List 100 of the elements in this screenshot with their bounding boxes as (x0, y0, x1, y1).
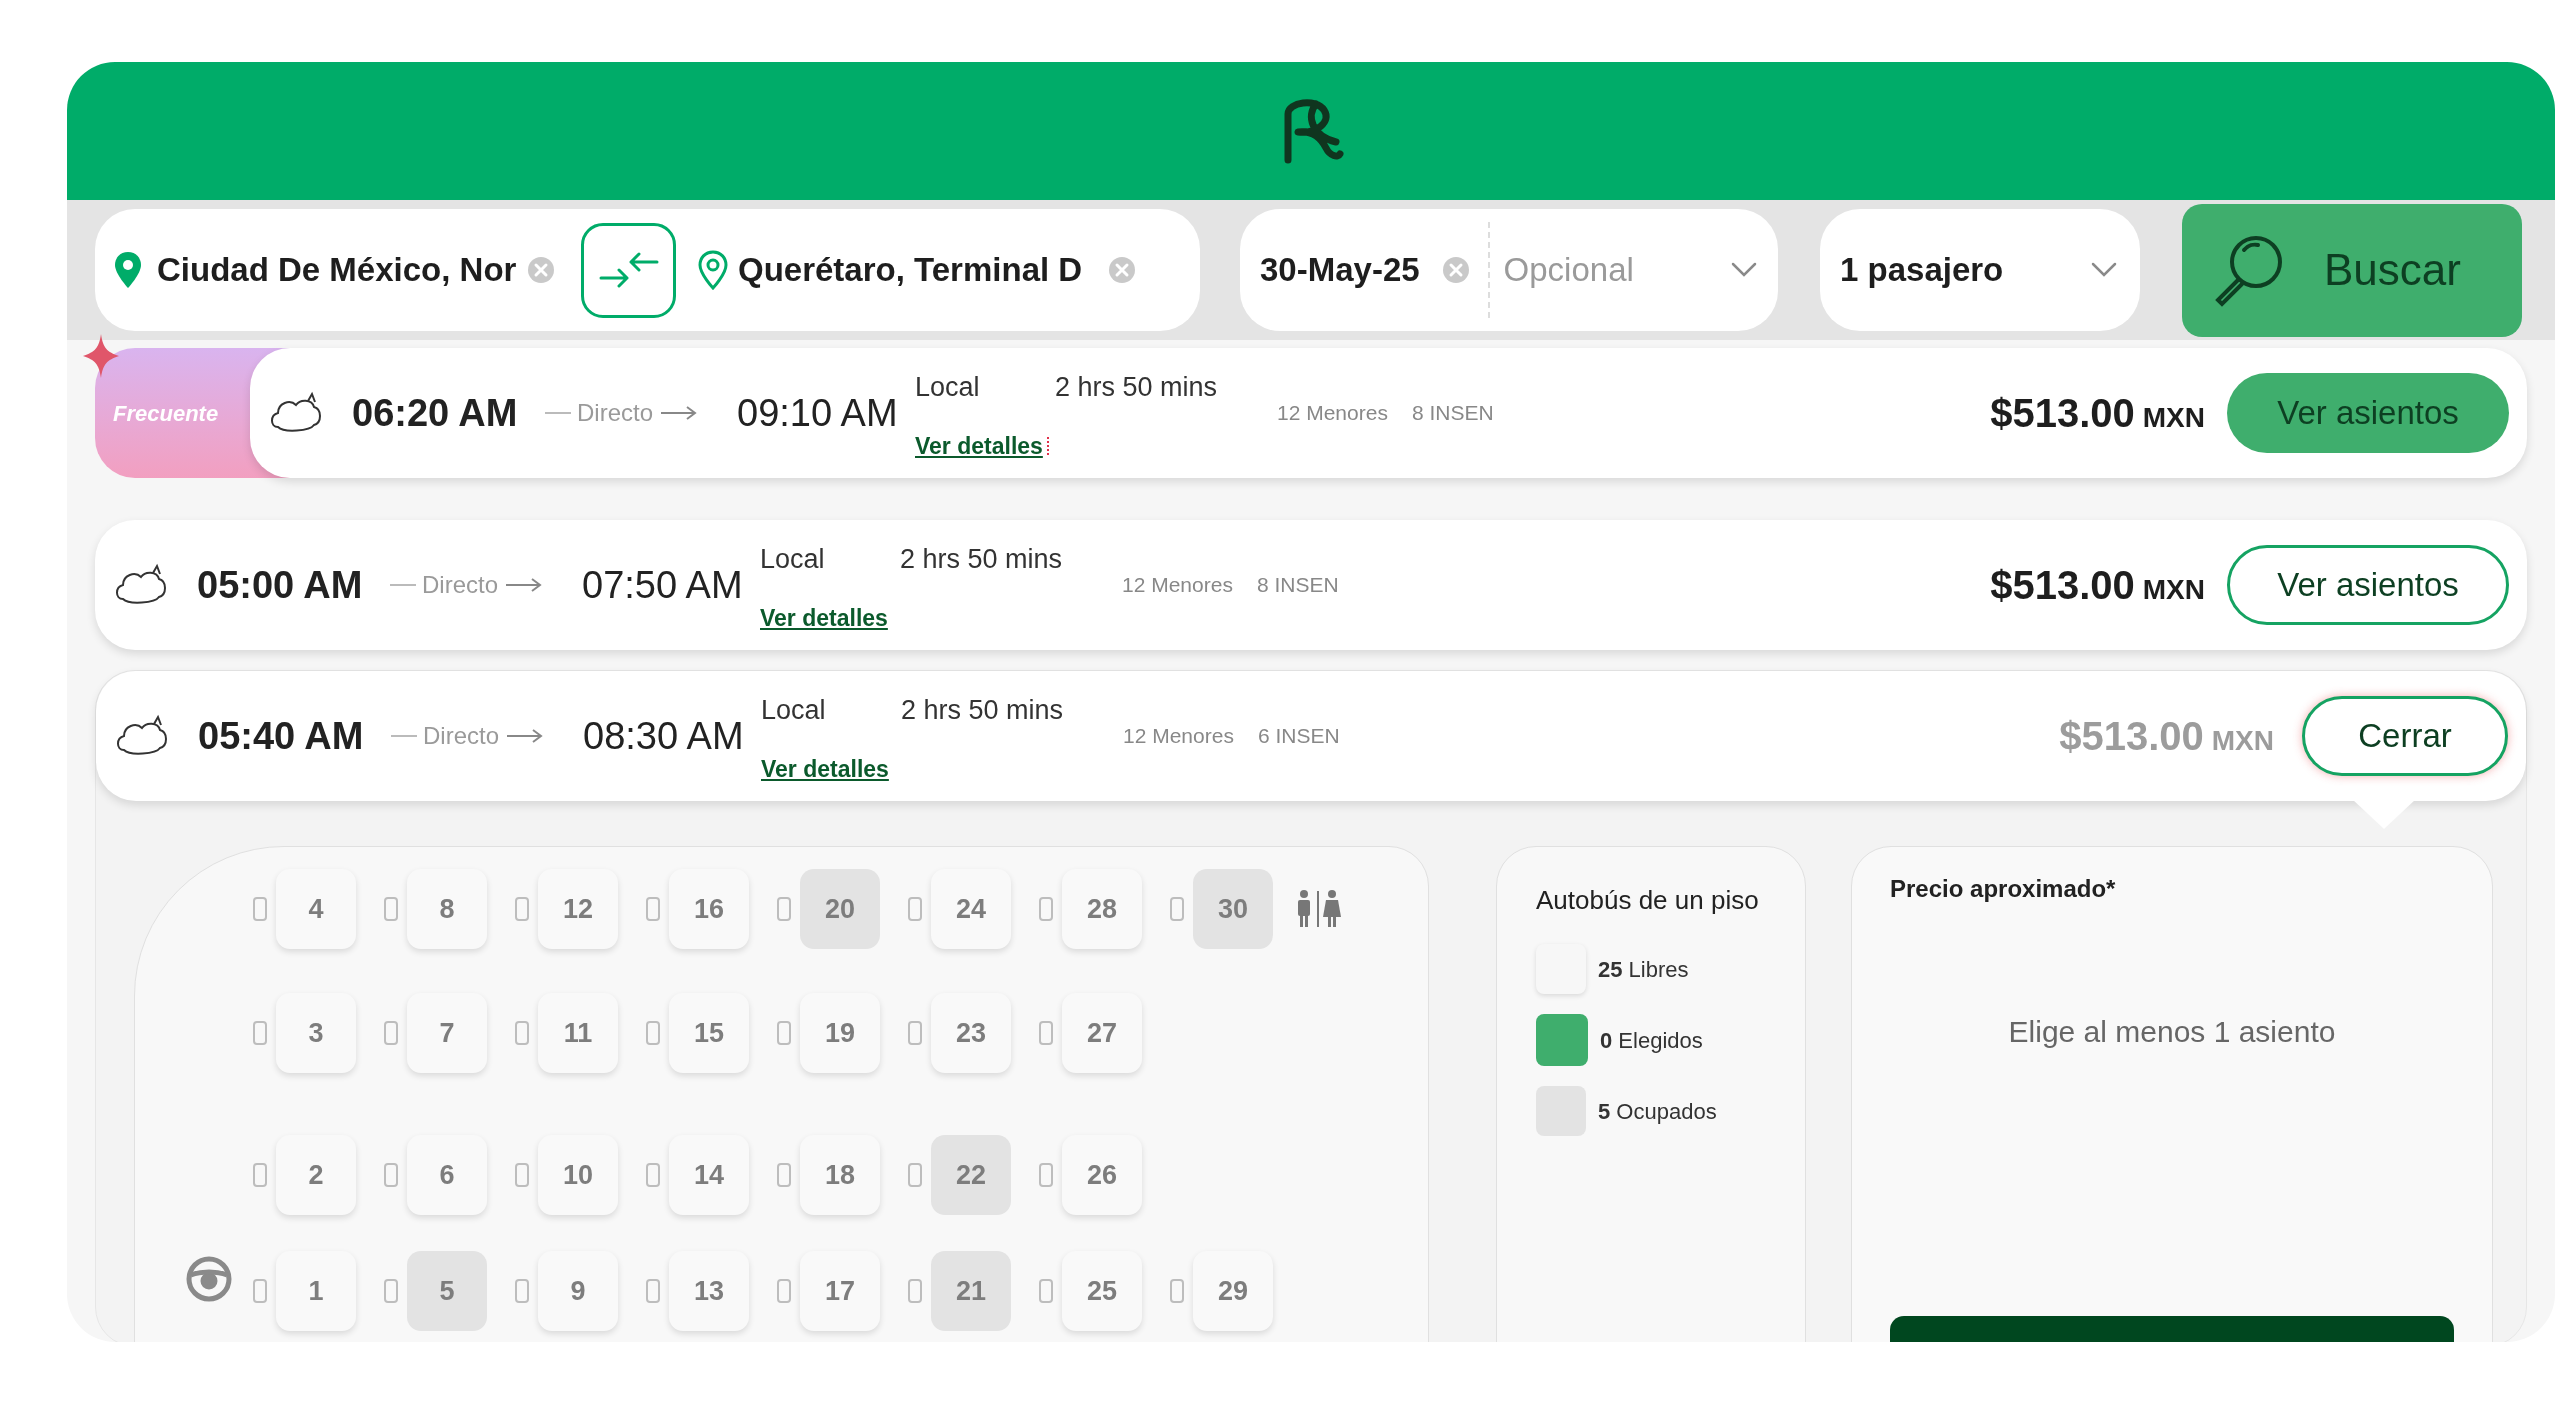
seat[interactable]: 30 (1193, 869, 1273, 949)
return-date-field[interactable]: Opcional (1503, 245, 1704, 295)
route-label: Directo (577, 398, 654, 428)
seat[interactable]: 4 (276, 869, 356, 949)
seat[interactable]: 14 (669, 1135, 749, 1215)
clear-icon[interactable] (527, 256, 555, 284)
armrest-icon (514, 896, 530, 922)
seat[interactable]: 10 (538, 1135, 618, 1215)
armrest-icon (645, 1278, 661, 1304)
arrival-time: 07:50 AM (582, 562, 744, 608)
armrest-icon (252, 1278, 268, 1304)
duration-text: 2 hrs 50 mins (1055, 372, 1218, 402)
legend-label: 25 Libres (1598, 955, 1689, 984)
seat[interactable]: 11 (538, 993, 618, 1073)
cloud-icon (113, 563, 169, 607)
arrow-icon (507, 729, 544, 743)
armrest-icon (514, 1020, 530, 1046)
minors-count: 12 Menores (1123, 723, 1235, 750)
clear-icon[interactable] (1108, 256, 1136, 284)
armrest-icon (383, 1162, 399, 1188)
seat[interactable]: 19 (800, 993, 880, 1073)
route-field[interactable]: Ciudad De México, Nor Querétaro, Terminal D (95, 209, 1200, 331)
arrow-icon (506, 578, 543, 592)
seat[interactable]: 18 (800, 1135, 880, 1215)
armrest-icon (907, 1020, 923, 1046)
seat[interactable]: 13 (669, 1251, 749, 1331)
seat[interactable]: 15 (669, 993, 749, 1073)
seat[interactable]: 9 (538, 1251, 618, 1331)
seat[interactable]: 22 (931, 1135, 1011, 1215)
passengers-dropdown[interactable]: 1 pasajero (1820, 209, 2140, 331)
armrest-icon (776, 1020, 792, 1046)
insen-count: 8 INSEN (1257, 572, 1339, 599)
armrest-icon (1169, 896, 1185, 922)
armrest-icon (1038, 896, 1054, 922)
armrest-icon (907, 1278, 923, 1304)
route-label: Directo (422, 570, 499, 600)
insen-count: 8 INSEN (1412, 400, 1494, 427)
armrest-icon (645, 896, 661, 922)
seat[interactable]: 29 (1193, 1251, 1273, 1331)
price-text: $513.00 MXN (1990, 562, 2205, 609)
details-link[interactable]: Ver detalles (915, 428, 1043, 463)
armrest-icon (383, 1278, 399, 1304)
seat[interactable]: 25 (1062, 1251, 1142, 1331)
armrest-icon (1038, 1020, 1054, 1046)
service-type: Local (760, 543, 826, 576)
armrest-icon (776, 1162, 792, 1188)
view-seats-button[interactable]: Ver asientos (2227, 373, 2509, 453)
departure-time: 05:00 AM (197, 562, 364, 608)
armrest-icon (1038, 1278, 1054, 1304)
seat[interactable]: 23 (931, 993, 1011, 1073)
seat[interactable]: 6 (407, 1135, 487, 1215)
seat[interactable]: 17 (800, 1251, 880, 1331)
seat[interactable]: 3 (276, 993, 356, 1073)
price-text: $513.00 MXN (2059, 713, 2274, 760)
chevron-down-icon[interactable] (1730, 261, 1758, 279)
seat[interactable]: 24 (931, 869, 1011, 949)
seat[interactable]: 5 (407, 1251, 487, 1331)
seat[interactable]: 1 (276, 1251, 356, 1331)
seat[interactable]: 16 (669, 869, 749, 949)
seat[interactable]: 12 (538, 869, 618, 949)
armrest-icon (776, 1278, 792, 1304)
armrest-icon (252, 896, 268, 922)
seat[interactable]: 2 (276, 1135, 356, 1215)
legend-label: 5 Ocupados (1598, 1097, 1717, 1126)
armrest-icon (1038, 1162, 1054, 1188)
seat[interactable]: 28 (1062, 869, 1142, 949)
legend-title: Autobús de un piso (1536, 884, 1760, 917)
departure-time: 06:20 AM (352, 390, 519, 436)
seat[interactable]: 27 (1062, 993, 1142, 1073)
seat[interactable]: 8 (407, 869, 487, 949)
cloud-icon (268, 391, 324, 435)
seat[interactable]: 20 (800, 869, 880, 949)
price-title: Precio aproximado* (1890, 874, 2117, 904)
armrest-icon (252, 1020, 268, 1046)
chevron-down-icon[interactable] (2090, 261, 2118, 279)
seat[interactable]: 26 (1062, 1135, 1142, 1215)
seat[interactable]: 21 (931, 1251, 1011, 1331)
search-button[interactable]: Buscar (2182, 203, 2522, 337)
duration-text: 2 hrs 50 mins (901, 695, 1064, 725)
pin-icon (113, 250, 143, 290)
armrest-icon (383, 896, 399, 922)
date-text: 30-May-25 (1260, 250, 1420, 291)
insen-count: 6 INSEN (1258, 723, 1340, 750)
details-link[interactable]: Ver detalles (761, 751, 889, 786)
armrest-icon (776, 896, 792, 922)
close-button[interactable]: Cerrar (2302, 696, 2508, 776)
legend-label: 0 Elegidos (1600, 1026, 1703, 1055)
minors-count: 12 Menores (1277, 400, 1389, 427)
service-type: Local (761, 694, 827, 727)
armrest-icon (514, 1278, 530, 1304)
view-seats-button[interactable]: Ver asientos (2227, 545, 2509, 625)
minors-count: 12 Menores (1122, 572, 1234, 599)
details-link[interactable]: Ver detalles (760, 600, 888, 635)
swap-button[interactable] (581, 222, 676, 318)
arrival-time: 09:10 AM (737, 390, 899, 436)
date-field[interactable]: 30-May-25 Opcional (1240, 209, 1778, 331)
seat[interactable]: 7 (407, 993, 487, 1073)
clear-icon[interactable] (1441, 256, 1470, 284)
armrest-icon (383, 1020, 399, 1046)
departure-time: 05:40 AM (198, 713, 365, 759)
